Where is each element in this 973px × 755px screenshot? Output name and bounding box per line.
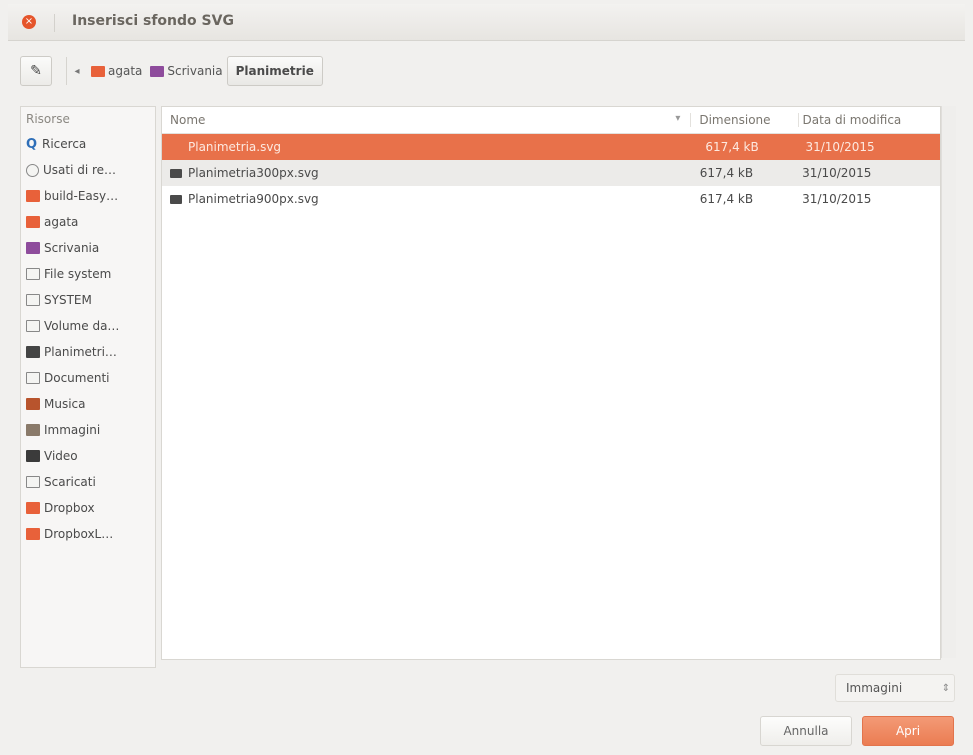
sort-down-icon: ▾ bbox=[675, 113, 681, 124]
window-titlebar: × Inserisci sfondo SVG bbox=[8, 4, 965, 41]
sidebar-item-label: Scaricati bbox=[44, 475, 96, 489]
file-size: 617,4 kB bbox=[699, 166, 754, 180]
desktop-folder-icon bbox=[26, 242, 40, 254]
folder-icon bbox=[26, 190, 40, 202]
sidebar-item-label: Volume da… bbox=[44, 319, 120, 333]
crumb-planimetrie[interactable]: Planimetrie bbox=[226, 56, 323, 86]
close-icon: × bbox=[24, 16, 34, 27]
crumb-label: Planimetrie bbox=[235, 64, 314, 78]
sidebar-item-immagini[interactable]: Immagini bbox=[21, 417, 155, 443]
path-back-button[interactable]: ◂ bbox=[66, 57, 87, 85]
places-list: Q Ricerca Usati di re… build-Easy… agata Scri… bbox=[21, 131, 155, 547]
drive-icon bbox=[26, 294, 40, 306]
drive-icon bbox=[26, 320, 40, 332]
music-icon bbox=[26, 398, 40, 410]
file-size: 617,4 kB bbox=[699, 192, 754, 206]
edit-location-button[interactable]: ✎ bbox=[20, 56, 52, 86]
folder-dark-icon bbox=[26, 346, 40, 358]
sidebar-item-documenti[interactable]: Documenti bbox=[21, 365, 155, 391]
image-file-icon bbox=[170, 168, 182, 178]
file-size: 617,4 kB bbox=[705, 140, 759, 154]
places-sidebar: Risorse Q Ricerca Usati di re… build-Easy… a… bbox=[20, 106, 156, 668]
file-list-header: Nome ▾ Dimensione Data di modifica bbox=[162, 107, 940, 134]
search-icon: Q bbox=[26, 137, 38, 152]
sidebar-item-label: File system bbox=[44, 267, 112, 281]
close-button[interactable]: × bbox=[22, 15, 36, 29]
sidebar-item-scrivania[interactable]: Scrivania bbox=[21, 235, 155, 261]
sidebar-item-label: Planimetri… bbox=[44, 345, 117, 359]
file-row[interactable]: Planimetria900px.svg 617,4 kB 31/10/2015 bbox=[162, 186, 940, 212]
crumb-scrivania[interactable]: Scrivania bbox=[146, 57, 226, 85]
filter-label: Immagini bbox=[846, 681, 903, 695]
clock-icon bbox=[26, 163, 39, 177]
desktop-folder-icon bbox=[150, 65, 165, 77]
sidebar-item-dropbox[interactable]: Dropbox bbox=[21, 495, 155, 521]
file-list-scrollbar[interactable] bbox=[941, 106, 956, 658]
file-name: Planimetria300px.svg bbox=[188, 166, 319, 180]
documents-icon bbox=[26, 372, 40, 384]
file-name: Planimetria900px.svg bbox=[188, 192, 319, 206]
window-title: Inserisci sfondo SVG bbox=[72, 13, 234, 29]
sidebar-item-label: Musica bbox=[44, 397, 86, 411]
crumb-label: agata bbox=[108, 64, 143, 78]
column-name[interactable]: Nome ▾ bbox=[162, 113, 690, 127]
file-row[interactable]: Planimetria.svg 617,4 kB 31/10/2015 bbox=[162, 134, 940, 160]
sidebar-item-usati-di-re[interactable]: Usati di re… bbox=[21, 157, 155, 183]
sidebar-item-video[interactable]: Video bbox=[21, 443, 155, 469]
sidebar-item-label: Immagini bbox=[44, 423, 101, 437]
file-row[interactable]: Planimetria300px.svg 617,4 kB 31/10/2015 bbox=[162, 160, 940, 186]
sidebar-item-ricerca[interactable]: Q Ricerca bbox=[21, 131, 155, 157]
titlebar-separator bbox=[54, 14, 55, 32]
path-bar: ✎ ◂ agata Scrivania Planimetrie bbox=[20, 56, 323, 86]
sidebar-item-scaricati[interactable]: Scaricati bbox=[21, 469, 155, 495]
file-name: Planimetria.svg bbox=[188, 140, 282, 154]
sidebar-item-planimetri[interactable]: Planimetri… bbox=[21, 339, 155, 365]
sidebar-item-system[interactable]: SYSTEM bbox=[21, 287, 155, 313]
drive-icon bbox=[26, 268, 40, 280]
sidebar-item-label: Scrivania bbox=[44, 241, 100, 255]
file-type-filter[interactable]: Immagini ⇕ bbox=[835, 674, 955, 702]
image-file-icon bbox=[170, 194, 182, 204]
sidebar-item-label: DropboxL… bbox=[44, 527, 114, 541]
column-date[interactable]: Data di modifica bbox=[797, 113, 940, 127]
file-date: 31/10/2015 bbox=[802, 166, 872, 180]
sidebar-item-label: agata bbox=[44, 215, 79, 229]
sidebar-item-label: Documenti bbox=[44, 371, 110, 385]
sidebar-item-musica[interactable]: Musica bbox=[21, 391, 155, 417]
sidebar-item-label: build-Easy… bbox=[44, 189, 119, 203]
chevron-left-icon: ◂ bbox=[74, 65, 80, 77]
sidebar-item-label: Video bbox=[44, 449, 78, 463]
sidebar-item-label: SYSTEM bbox=[44, 293, 92, 307]
open-button[interactable]: Apri bbox=[862, 716, 954, 746]
home-folder-icon bbox=[26, 216, 40, 228]
home-folder-icon bbox=[91, 65, 105, 77]
sidebar-item-file-system[interactable]: File system bbox=[21, 261, 155, 287]
crumb-label: Scrivania bbox=[167, 64, 223, 78]
pictures-icon bbox=[26, 424, 40, 436]
crumb-agata[interactable]: agata bbox=[87, 57, 146, 85]
file-date: 31/10/2015 bbox=[802, 192, 872, 206]
column-size[interactable]: Dimensione bbox=[690, 113, 797, 127]
sidebar-item-volume-da[interactable]: Volume da… bbox=[21, 313, 155, 339]
sidebar-item-label: Usati di re… bbox=[43, 163, 117, 177]
sidebar-item-build-easy[interactable]: build-Easy… bbox=[21, 183, 155, 209]
video-icon bbox=[26, 450, 40, 462]
file-date: 31/10/2015 bbox=[805, 140, 875, 154]
sidebar-item-label: Dropbox bbox=[44, 501, 95, 515]
sidebar-item-label: Ricerca bbox=[42, 137, 87, 151]
pencil-icon: ✎ bbox=[30, 63, 42, 79]
updown-arrow-icon: ⇕ bbox=[941, 682, 951, 694]
sidebar-item-agata[interactable]: agata bbox=[21, 209, 155, 235]
sidebar-item-dropboxl[interactable]: DropboxL… bbox=[21, 521, 155, 547]
folder-icon bbox=[26, 502, 40, 514]
file-list: Nome ▾ Dimensione Data di modifica Plani… bbox=[161, 106, 941, 660]
downloads-icon bbox=[26, 476, 40, 488]
folder-icon bbox=[26, 528, 40, 540]
cancel-button[interactable]: Annulla bbox=[760, 716, 852, 746]
places-header: Risorse bbox=[26, 112, 70, 126]
